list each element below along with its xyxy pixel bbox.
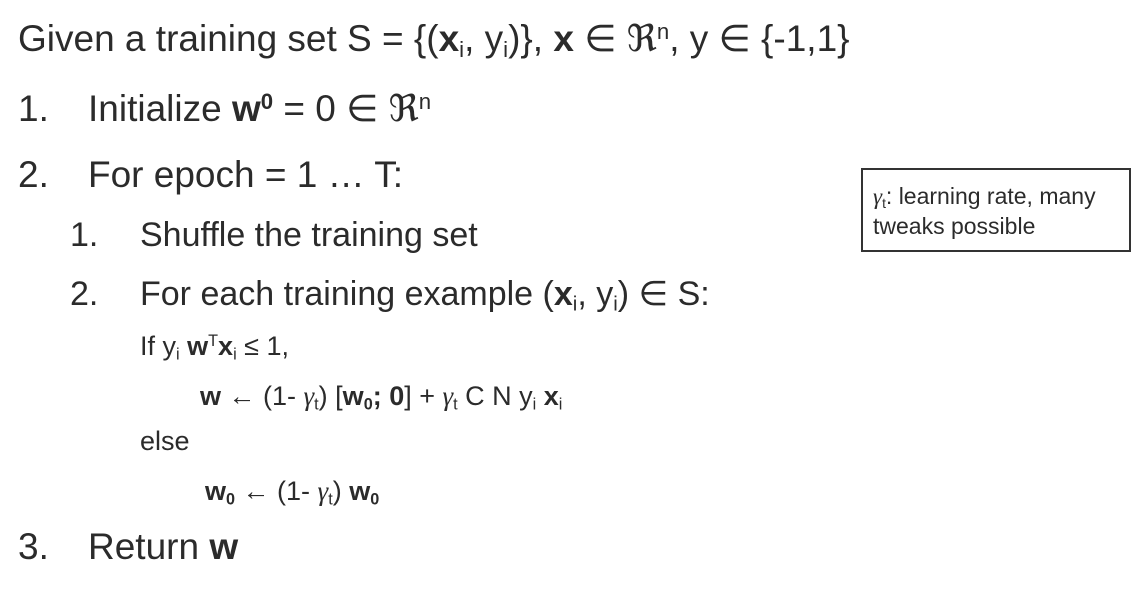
step-text: ) ∈ S: xyxy=(617,275,710,313)
gamma-symbol: γ xyxy=(303,381,315,411)
var-x: x xyxy=(553,18,574,59)
sub-i: i xyxy=(558,395,563,414)
var-x: x xyxy=(218,331,234,361)
learning-rate-note: γt: learning rate, many tweaks possible xyxy=(861,168,1131,252)
step-2: 2. For epoch = 1 … T: xyxy=(18,156,403,193)
real-numbers-symbol: ℜ xyxy=(626,17,657,60)
step-number: 2. xyxy=(70,275,99,313)
statement-text: Given a training set S = {( xyxy=(18,18,439,59)
step-text: = 0 ∈ xyxy=(273,88,389,129)
step-number: 1. xyxy=(70,216,99,254)
var-w: w xyxy=(179,331,209,361)
step-number: 1. xyxy=(18,88,49,129)
update-text: ← (1- xyxy=(235,476,318,506)
step-number: 2. xyxy=(18,154,49,195)
update-text: C N y xyxy=(457,381,533,411)
statement-text: )}, xyxy=(508,18,554,59)
substep-2-1: 1. Shuffle the training set xyxy=(70,218,478,252)
var-w: w xyxy=(200,381,222,411)
gamma-symbol: γ xyxy=(317,476,329,506)
statement-text: , y ∈ {-1,1} xyxy=(669,18,850,59)
step-1: 1. Initialize w0 = 0 ∈ ℜn xyxy=(18,90,431,127)
if-condition: If yi wTxi ≤ 1, xyxy=(140,331,290,363)
sup-transpose: T xyxy=(208,332,219,351)
sub-zero: 0 xyxy=(226,490,236,509)
var-x: x xyxy=(553,275,573,313)
update-rule-else: w0 ← (1- γt) w0 xyxy=(205,476,379,508)
var-w: w xyxy=(342,381,364,411)
step-text: Return xyxy=(88,526,210,567)
condition-text: ≤ 1, xyxy=(236,331,290,361)
problem-statement: Given a training set S = {(xi, yi)}, x ∈… xyxy=(18,17,850,61)
step-text: For epoch = 1 … T: xyxy=(88,154,404,195)
update-rule-if: w ← (1- γt) [w0; 0] + γt C N yi xi xyxy=(200,381,562,413)
condition-text: If y xyxy=(140,331,177,361)
update-text: ) [ xyxy=(318,381,343,411)
update-text: ] + xyxy=(404,381,443,411)
step-text: , y xyxy=(577,275,614,313)
sup-n: n xyxy=(656,18,670,44)
update-text: ; 0 xyxy=(372,381,405,411)
substep-2-2: 2. For each training example (xi, yi) ∈ S… xyxy=(70,275,710,315)
sup-zero: 0 xyxy=(260,88,274,114)
else-label: else xyxy=(140,426,190,456)
sub-zero: 0 xyxy=(370,490,380,509)
step-text: Initialize xyxy=(88,88,232,129)
var-w: w xyxy=(349,476,371,506)
var-x: x xyxy=(438,18,460,59)
var-x: x xyxy=(536,381,559,411)
step-text: For each training example ( xyxy=(140,275,554,313)
update-text: ← (1- xyxy=(221,381,304,411)
sub-zero: 0 xyxy=(363,395,373,414)
step-number: 3. xyxy=(18,526,49,567)
var-w: w xyxy=(205,476,227,506)
gamma-symbol: γ xyxy=(873,184,883,209)
sup-n: n xyxy=(418,88,432,114)
step-3: 3. Return w xyxy=(18,528,238,565)
step-text: Shuffle the training set xyxy=(140,216,478,254)
update-text: ) xyxy=(332,476,350,506)
note-text: : learning rate, many tweaks possible xyxy=(873,183,1096,239)
statement-text: ∈ xyxy=(573,18,627,59)
real-numbers-symbol: ℜ xyxy=(388,87,419,130)
var-w: w xyxy=(231,88,261,129)
var-w: w xyxy=(209,526,239,567)
statement-text: , y xyxy=(464,18,504,59)
gamma-symbol: γ xyxy=(442,381,454,411)
